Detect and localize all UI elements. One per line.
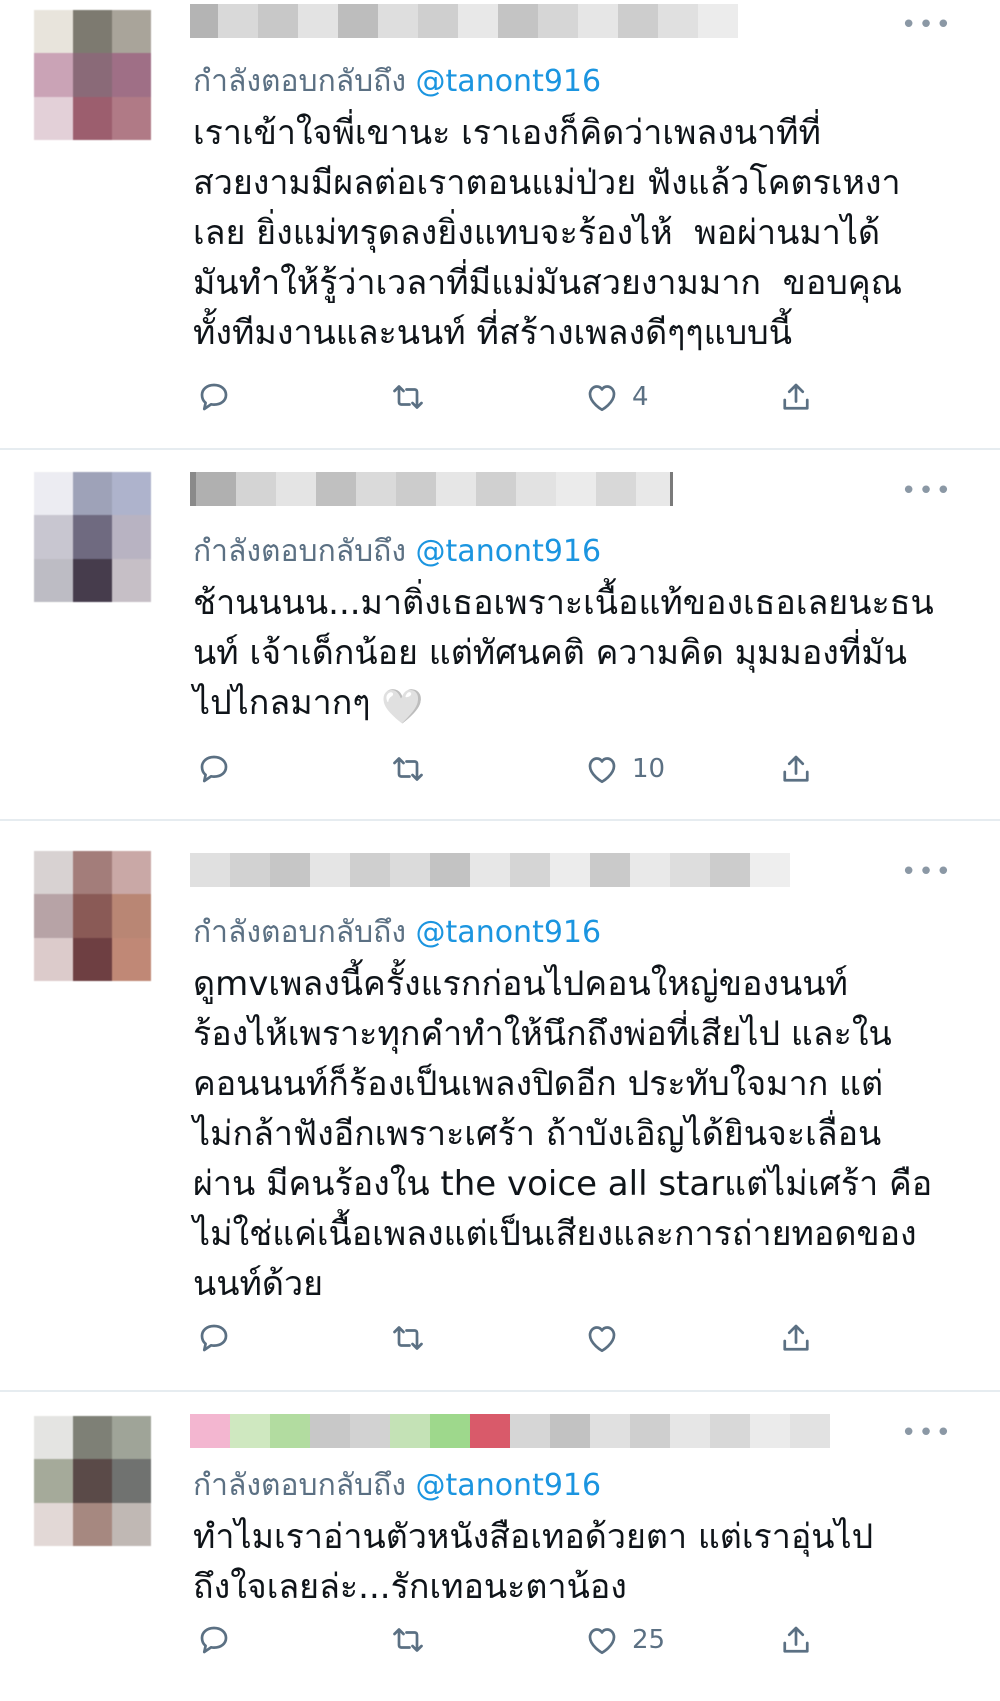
- author-name-redacted[interactable]: [190, 4, 738, 38]
- reply-handle-link[interactable]: @tanont916: [416, 64, 602, 99]
- tweet-text: ดูmvเพลงนี้ครั้งแรกก่อนไปคอนใหญ่ของนนท์ …: [193, 964, 933, 1304]
- reply-button[interactable]: [196, 1316, 232, 1360]
- like-button[interactable]: 10: [584, 747, 665, 791]
- like-count: 4: [632, 382, 649, 412]
- reply-handle-link[interactable]: @tanont916: [416, 1468, 602, 1503]
- author-name-redacted[interactable]: [190, 1414, 830, 1448]
- reply-icon: [200, 1626, 228, 1654]
- replying-to-label: กำลังตอบกลับถึง: [193, 915, 406, 950]
- tweet-text: เราเข้าใจพี่เขานะ เราเองก็คิดว่าเพลงนาที…: [193, 113, 903, 353]
- reply-button[interactable]: [196, 375, 232, 419]
- like-button[interactable]: [584, 1316, 632, 1360]
- tweet[interactable]: ••• กำลังตอบกลับถึง @tanont916 ทำไมเราอ่…: [0, 1390, 1000, 1701]
- retweet-icon: [393, 385, 423, 409]
- retweet-icon: [393, 757, 423, 781]
- tweet-text: ทำไมเราอ่านตัวหนังสือเทอด้วยตา แต่เราอุ่…: [193, 1517, 874, 1607]
- share-button[interactable]: [778, 747, 814, 791]
- replying-to: กำลังตอบกลับถึง @tanont916: [193, 58, 601, 105]
- tweet-actions: 10: [0, 747, 1000, 791]
- reply-icon: [200, 1324, 228, 1352]
- tweet-text: ช้านนนน...มาติ่งเธอเพราะเนื้อแท้ของเธอเล…: [193, 578, 953, 732]
- reply-handle-link[interactable]: @tanont916: [416, 534, 602, 569]
- tweet-actions: 4: [0, 375, 1000, 419]
- like-icon: [588, 1628, 616, 1655]
- retweet-button[interactable]: [390, 1618, 426, 1662]
- avatar[interactable]: [34, 10, 151, 140]
- replying-to: กำลังตอบกลับถึง @tanont916: [193, 909, 601, 956]
- avatar[interactable]: [34, 1416, 151, 1546]
- tweet[interactable]: ••• กำลังตอบกลับถึง @tanont916 ช้านนนน..…: [0, 448, 1000, 821]
- reply-icon: [200, 383, 228, 411]
- avatar[interactable]: [34, 472, 151, 602]
- replying-to-label: กำลังตอบกลับถึง: [193, 1468, 406, 1503]
- more-icon[interactable]: •••: [901, 1420, 953, 1446]
- author-name-redacted[interactable]: [190, 853, 790, 887]
- reply-icon: [200, 755, 228, 783]
- more-icon[interactable]: •••: [901, 478, 953, 504]
- share-button[interactable]: [778, 375, 814, 419]
- retweet-button[interactable]: [390, 1316, 426, 1360]
- like-icon: [588, 385, 616, 412]
- author-name-redacted[interactable]: [190, 472, 673, 506]
- reply-button[interactable]: [196, 747, 232, 791]
- like-button[interactable]: 4: [584, 375, 649, 419]
- retweet-icon: [393, 1628, 423, 1652]
- replying-to: กำลังตอบกลับถึง @tanont916: [193, 1462, 601, 1509]
- avatar[interactable]: [34, 851, 151, 981]
- replying-to-label: กำลังตอบกลับถึง: [193, 534, 406, 569]
- replying-to-label: กำลังตอบกลับถึง: [193, 64, 406, 99]
- share-icon: [783, 383, 809, 410]
- tweet[interactable]: ••• กำลังตอบกลับถึง @tanont916 ดูmvเพลงน…: [0, 819, 1000, 1392]
- tweet-actions: [0, 1316, 1000, 1360]
- tweet-text-body: ช้านนนน...มาติ่งเธอเพราะเนื้อแท้ของเธอเล…: [193, 583, 934, 723]
- white-heart-emoji: 🤍: [381, 687, 424, 727]
- like-icon: [588, 757, 616, 784]
- retweet-button[interactable]: [390, 375, 426, 419]
- like-count: 25: [632, 1625, 666, 1655]
- like-button[interactable]: 25: [584, 1618, 665, 1662]
- like-count: 10: [632, 754, 666, 784]
- share-icon: [783, 755, 809, 782]
- retweet-icon: [393, 1326, 423, 1350]
- more-icon[interactable]: •••: [901, 859, 953, 885]
- tweet[interactable]: ••• กำลังตอบกลับถึง @tanont916 เราเข้าใจ…: [0, 0, 1000, 450]
- reply-button[interactable]: [196, 1618, 232, 1662]
- share-button[interactable]: [778, 1316, 814, 1360]
- more-icon[interactable]: •••: [901, 12, 953, 38]
- share-button[interactable]: [778, 1618, 814, 1662]
- reply-handle-link[interactable]: @tanont916: [416, 915, 602, 950]
- replying-to: กำลังตอบกลับถึง @tanont916: [193, 528, 601, 575]
- share-icon: [783, 1324, 809, 1351]
- tweet-actions: 25: [0, 1618, 1000, 1662]
- like-icon: [588, 1326, 616, 1353]
- share-icon: [783, 1626, 809, 1653]
- retweet-button[interactable]: [390, 747, 426, 791]
